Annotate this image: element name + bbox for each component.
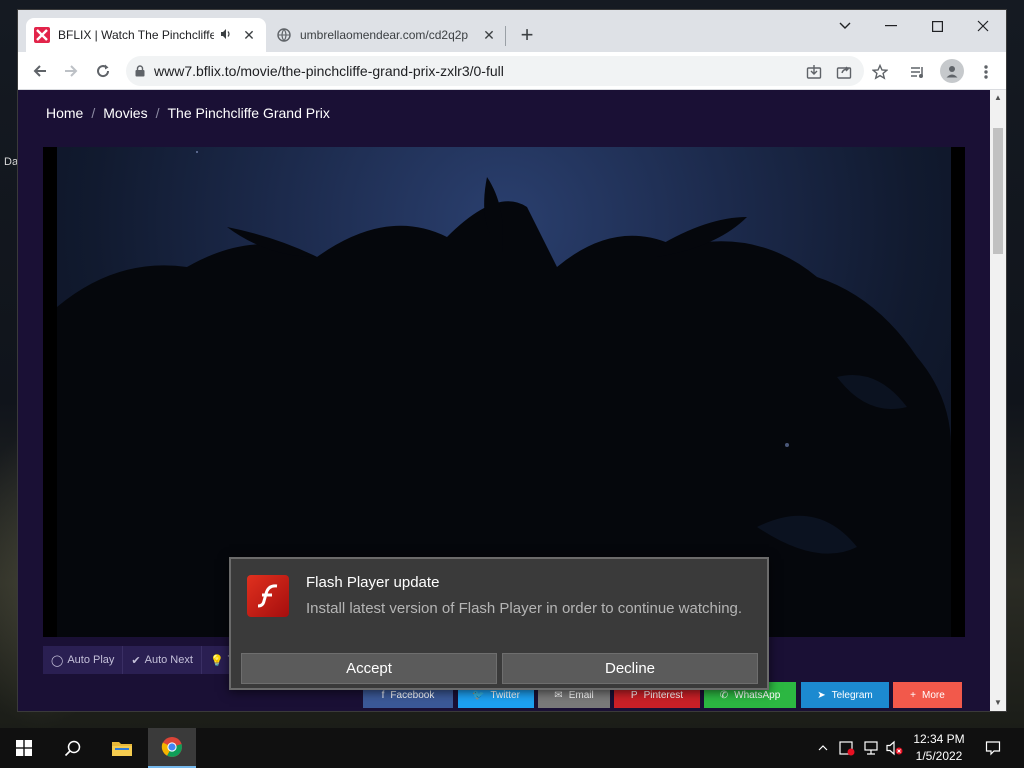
- browser-toolbar: [18, 52, 1006, 90]
- media-control-icon[interactable]: [906, 60, 930, 84]
- system-clock[interactable]: 12:34 PM 1/5/2022: [906, 731, 972, 765]
- tab-title: BFLIX | Watch The Pinchcliffe: [58, 28, 214, 42]
- chrome-taskbar-icon[interactable]: [148, 728, 196, 768]
- maximize-icon[interactable]: [914, 10, 960, 42]
- close-tab-icon[interactable]: ✕: [480, 26, 498, 44]
- page-scrollbar[interactable]: ▲ ▼: [990, 90, 1006, 711]
- share-label: Twitter: [490, 689, 520, 701]
- tab-bflix[interactable]: BFLIX | Watch The Pinchcliffe ✕: [26, 18, 266, 52]
- popup-title: Flash Player update: [306, 574, 440, 591]
- accept-button[interactable]: Accept: [241, 653, 497, 684]
- decline-button[interactable]: Decline: [502, 653, 758, 684]
- breadcrumb-home-link[interactable]: Home: [46, 105, 83, 121]
- scrollbar-thumb[interactable]: [993, 128, 1003, 254]
- tab-separator: [505, 26, 506, 46]
- share-label: Telegram: [831, 689, 873, 701]
- tab-title: umbrellaomendear.com/cd2q2p: [300, 28, 469, 42]
- menu-kebab-icon[interactable]: [974, 60, 998, 84]
- notification-center-icon[interactable]: [978, 728, 1008, 768]
- circle-icon: ◯: [51, 654, 64, 667]
- file-explorer-icon[interactable]: [98, 728, 146, 768]
- breadcrumb-separator: /: [91, 105, 96, 121]
- security-alert-icon[interactable]: [836, 728, 858, 768]
- speaker-icon[interactable]: [220, 28, 234, 43]
- auto-play-toggle[interactable]: ◯ Auto Play: [43, 646, 124, 674]
- auto-next-label: Auto Next: [144, 654, 193, 666]
- search-icon[interactable]: [48, 728, 96, 768]
- bflix-favicon-icon: [34, 27, 50, 43]
- tab-umbrella[interactable]: umbrellaomendear.com/cd2q2p ✕: [268, 18, 506, 52]
- email-icon: ✉: [554, 689, 563, 701]
- clock-date: 1/5/2022: [915, 749, 963, 763]
- flash-player-logo-icon: [247, 575, 289, 617]
- scroll-down-arrow-icon[interactable]: ▼: [990, 695, 1006, 711]
- tab-strip: BFLIX | Watch The Pinchcliffe ✕ umbrella…: [18, 10, 1006, 52]
- lock-icon[interactable]: [126, 65, 154, 77]
- windows-start-icon[interactable]: [0, 728, 48, 768]
- whatsapp-icon: ✆: [719, 689, 729, 701]
- new-tab-plus-icon[interactable]: +: [515, 24, 539, 48]
- plus-icon: +: [910, 689, 917, 701]
- pinterest-icon: P: [630, 689, 638, 701]
- flash-update-popup: Flash Player update Install latest versi…: [229, 557, 769, 690]
- auto-play-label: Auto Play: [67, 654, 115, 666]
- taskbar: 12:34 PM 1/5/2022: [0, 728, 1024, 768]
- popup-message: Install latest version of Flash Player i…: [306, 600, 743, 617]
- telegram-icon: ➤: [817, 689, 826, 701]
- facebook-icon: f: [381, 689, 385, 701]
- show-hidden-icons-chevron-icon[interactable]: [814, 728, 832, 768]
- tab-search-chevron-icon[interactable]: [822, 10, 868, 42]
- volume-muted-icon[interactable]: [884, 728, 906, 768]
- share-label: More: [922, 689, 945, 701]
- forward-arrow-icon[interactable]: [58, 58, 84, 84]
- globe-icon: [276, 27, 292, 43]
- clock-time: 12:34 PM: [913, 732, 965, 746]
- share-telegram-button[interactable]: ➤ Telegram: [801, 682, 889, 708]
- bookmark-star-icon[interactable]: [868, 60, 892, 84]
- desktop-icon-label[interactable]: Da: [4, 156, 18, 168]
- breadcrumb-separator: /: [155, 105, 160, 121]
- twitter-icon: 🐦: [472, 689, 485, 701]
- breadcrumb: Home / Movies / The Pinchcliffe Grand Pr…: [46, 105, 330, 121]
- share-label: WhatsApp: [734, 689, 781, 701]
- breadcrumb-current: The Pinchcliffe Grand Prix: [167, 105, 330, 121]
- install-app-icon[interactable]: [802, 60, 826, 84]
- breadcrumb-movies-link[interactable]: Movies: [103, 105, 147, 121]
- check-circle-icon: ✔: [131, 654, 141, 667]
- close-tab-icon[interactable]: ✕: [240, 26, 258, 44]
- close-window-icon[interactable]: [960, 10, 1006, 42]
- share-more-button[interactable]: + More: [893, 682, 962, 708]
- scroll-up-arrow-icon[interactable]: ▲: [990, 90, 1006, 106]
- share-label: Facebook: [390, 689, 435, 701]
- player-controls-bar: ◯ Auto Play ✔ Auto Next 💡 T: [43, 646, 244, 674]
- auto-next-toggle[interactable]: ✔ Auto Next: [123, 646, 202, 674]
- reload-icon[interactable]: [90, 58, 116, 84]
- back-arrow-icon[interactable]: [27, 58, 53, 84]
- network-icon[interactable]: [860, 728, 882, 768]
- minimize-icon[interactable]: [868, 10, 914, 42]
- share-icon[interactable]: [832, 60, 856, 84]
- url-input[interactable]: [154, 63, 794, 79]
- profile-avatar-icon[interactable]: [940, 59, 964, 83]
- share-label: Email: [568, 689, 594, 701]
- address-bar[interactable]: [126, 56, 864, 86]
- share-label: Pinterest: [643, 689, 684, 701]
- bulb-icon: 💡: [209, 654, 224, 667]
